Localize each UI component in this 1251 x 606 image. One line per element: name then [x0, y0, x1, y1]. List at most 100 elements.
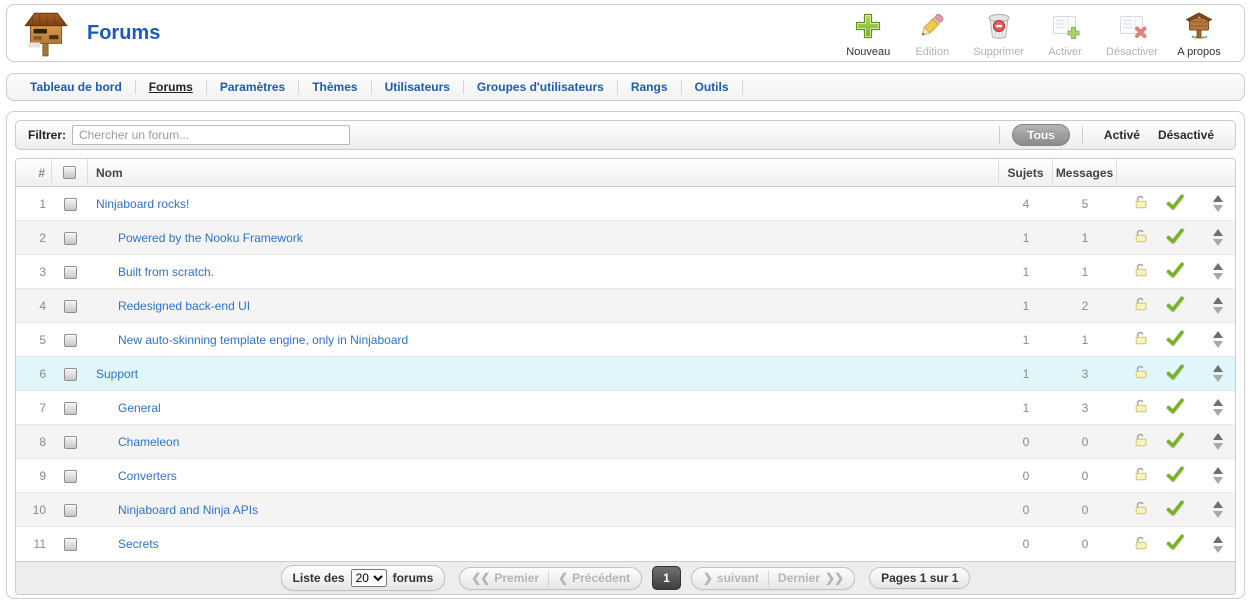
published-check-icon[interactable]	[1165, 364, 1185, 384]
row-checkbox[interactable]	[64, 402, 77, 415]
search-input[interactable]	[72, 125, 350, 145]
topics-count: 0	[999, 435, 1053, 449]
nav-tableau-de-bord[interactable]: Tableau de bord	[17, 80, 135, 94]
state-filter-disabled-button[interactable]: Désactivé	[1149, 128, 1223, 142]
limit-select[interactable]: 20	[351, 569, 387, 587]
move-up-arrow[interactable]	[1213, 195, 1223, 202]
forum-name-link[interactable]: Support	[96, 367, 138, 381]
topics-count: 1	[999, 299, 1053, 313]
unlocked-icon	[1133, 466, 1149, 485]
nav-forums[interactable]: Forums	[136, 80, 206, 94]
move-up-arrow[interactable]	[1213, 399, 1223, 406]
forum-name-link[interactable]: Chameleon	[118, 435, 179, 449]
move-down-arrow[interactable]	[1213, 273, 1223, 280]
table-row: 1 Ninjaboard rocks! 4 5	[16, 187, 1235, 221]
nav-rangs[interactable]: Rangs	[618, 80, 681, 94]
row-checkbox[interactable]	[64, 538, 77, 551]
published-check-icon[interactable]	[1165, 296, 1185, 316]
row-checkbox[interactable]	[64, 368, 77, 381]
row-number: 1	[16, 197, 52, 211]
move-down-arrow[interactable]	[1213, 409, 1223, 416]
published-check-icon[interactable]	[1165, 228, 1185, 248]
row-number: 6	[16, 367, 52, 381]
row-checkbox[interactable]	[64, 300, 77, 313]
forum-name-link[interactable]: Built from scratch.	[118, 265, 214, 279]
published-check-icon[interactable]	[1165, 398, 1185, 418]
forum-name-link[interactable]: New auto-skinning template engine, only …	[118, 333, 408, 347]
select-all-checkbox[interactable]	[63, 166, 76, 179]
move-up-arrow[interactable]	[1213, 467, 1223, 474]
published-check-icon[interactable]	[1165, 432, 1185, 452]
move-up-arrow[interactable]	[1213, 297, 1223, 304]
main-nav: Tableau de bord Forums Paramètres Thèmes…	[6, 73, 1245, 101]
topics-count: 1	[999, 333, 1053, 347]
state-filter-enabled-button[interactable]: Activé	[1095, 128, 1149, 142]
col-header-topics: Sujets	[999, 159, 1053, 186]
prev-page-button: Précédent	[572, 571, 630, 585]
move-down-arrow[interactable]	[1213, 477, 1223, 484]
table-row: 7 General 1 3	[16, 391, 1235, 425]
forum-name-link[interactable]: Ninjaboard and Ninja APIs	[118, 503, 258, 517]
published-check-icon[interactable]	[1165, 534, 1185, 554]
forum-name-link[interactable]: Secrets	[118, 537, 159, 551]
row-checkbox[interactable]	[64, 232, 77, 245]
table-row: 4 Redesigned back-end UI 1 2	[16, 289, 1235, 323]
forum-name-link[interactable]: Redesigned back-end UI	[118, 299, 250, 313]
pages-count-pill: Pages 1 sur 1	[869, 567, 970, 589]
forum-name-link[interactable]: General	[118, 401, 161, 415]
ninjaboard-logo-icon	[21, 8, 71, 58]
move-down-arrow[interactable]	[1213, 239, 1223, 246]
nav-outils[interactable]: Outils	[682, 80, 742, 94]
row-checkbox[interactable]	[64, 198, 77, 211]
messages-count: 0	[1053, 469, 1117, 483]
published-check-icon[interactable]	[1165, 194, 1185, 214]
new-button[interactable]: Nouveau	[839, 7, 897, 60]
row-number: 5	[16, 333, 52, 347]
published-check-icon[interactable]	[1165, 466, 1185, 486]
move-up-arrow[interactable]	[1213, 365, 1223, 372]
row-checkbox[interactable]	[64, 436, 77, 449]
move-down-arrow[interactable]	[1213, 546, 1223, 553]
move-down-arrow[interactable]	[1213, 375, 1223, 382]
messages-count: 1	[1053, 333, 1117, 347]
edit-button: Edition	[903, 7, 961, 60]
forum-name-link[interactable]: Powered by the Nooku Framework	[118, 231, 303, 245]
row-checkbox[interactable]	[64, 504, 77, 517]
messages-count: 2	[1053, 299, 1117, 313]
toolbar-label: A propos	[1177, 46, 1220, 58]
move-up-arrow[interactable]	[1213, 229, 1223, 236]
move-down-arrow[interactable]	[1213, 511, 1223, 518]
unlocked-icon	[1133, 535, 1149, 554]
published-check-icon[interactable]	[1165, 330, 1185, 350]
row-checkbox[interactable]	[64, 266, 77, 279]
nav-utilisateurs[interactable]: Utilisateurs	[372, 80, 463, 94]
nav-parametres[interactable]: Paramètres	[207, 80, 298, 94]
row-checkbox[interactable]	[64, 334, 77, 347]
move-up-arrow[interactable]	[1213, 263, 1223, 270]
move-up-arrow[interactable]	[1213, 331, 1223, 338]
move-down-arrow[interactable]	[1213, 205, 1223, 212]
move-up-arrow[interactable]	[1213, 501, 1223, 508]
about-button[interactable]: A propos	[1170, 7, 1228, 60]
forum-name-link[interactable]: Converters	[118, 469, 177, 483]
unlocked-icon	[1133, 398, 1149, 417]
forum-name-link[interactable]: Ninjaboard rocks!	[96, 197, 189, 211]
messages-count: 5	[1053, 197, 1117, 211]
move-down-arrow[interactable]	[1213, 307, 1223, 314]
move-up-arrow[interactable]	[1213, 536, 1223, 543]
published-check-icon[interactable]	[1165, 262, 1185, 282]
move-down-arrow[interactable]	[1213, 443, 1223, 450]
nav-themes[interactable]: Thèmes	[299, 80, 370, 94]
move-down-arrow[interactable]	[1213, 341, 1223, 348]
state-filter-all-button[interactable]: Tous	[1012, 124, 1070, 146]
topics-count: 1	[999, 367, 1053, 381]
published-check-icon[interactable]	[1165, 500, 1185, 520]
current-page-button[interactable]: 1	[652, 566, 681, 590]
move-up-arrow[interactable]	[1213, 433, 1223, 440]
row-number: 10	[16, 503, 52, 517]
next-page-chevron: ❯	[703, 571, 712, 585]
unlocked-icon	[1133, 262, 1149, 281]
row-number: 8	[16, 435, 52, 449]
nav-groupes[interactable]: Groupes d'utilisateurs	[464, 80, 617, 94]
row-checkbox[interactable]	[64, 470, 77, 483]
